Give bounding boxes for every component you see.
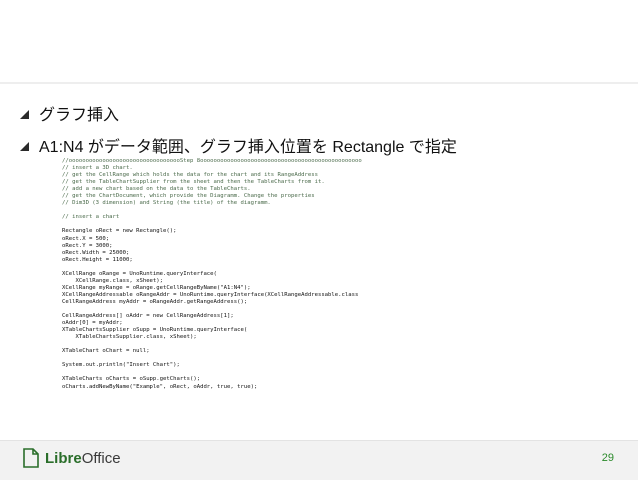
code-listing: //oooooooooooooooooooooooooooooooooStep … — [62, 158, 602, 436]
bullet-list: グラフ挿入 A1:N4 がデータ範囲、グラフ挿入位置を Rectangle で指… — [20, 100, 630, 164]
logo-text-office: Office — [81, 449, 121, 467]
code-line: XTableChartsSupplier.class, xSheet); — [62, 334, 197, 341]
code-line: // add a new chart based on the data to … — [62, 186, 251, 193]
bullet-triangle-icon — [20, 141, 29, 151]
code-line: XCellRangeAddressable oRangeAddr = UnoRu… — [62, 291, 359, 298]
code-line: // get the TableChartSupplier from the s… — [62, 179, 325, 186]
code-line: // get the ChartDocument, which provide … — [62, 193, 315, 200]
code-line: CellRangeAddress myAddr = oRangeAddr.get… — [62, 298, 248, 305]
code-line: // insert a chart — [62, 214, 120, 221]
code-line: XTableCharts oCharts = oSupp.getCharts()… — [62, 376, 201, 383]
header-divider — [0, 82, 638, 84]
bullet-text: A1:N4 がデータ範囲、グラフ挿入位置を Rectangle で指定 — [39, 139, 457, 156]
code-line: oRect.Y = 3000; — [62, 242, 113, 249]
logo-text-libre: Libre — [45, 449, 82, 467]
code-line: oAddr[0] = myAddr; — [62, 320, 123, 327]
code-line: oCharts.addNewByName("Example", oRect, o… — [62, 383, 258, 390]
code-line: // insert a 3D chart. — [62, 165, 133, 172]
libreoffice-logo: LibreOffice — [22, 448, 121, 468]
code-line: CellRangeAddress[] oAddr = new CellRange… — [62, 313, 234, 320]
bullet-triangle-icon — [20, 109, 29, 119]
code-line: oRect.Height = 11000; — [62, 256, 133, 263]
code-line: XCellRange.class, xSheet); — [62, 277, 164, 284]
code-line: oRect.Width = 25000; — [62, 249, 130, 256]
code-line: oRect.X = 500; — [62, 235, 110, 242]
code-line: XCellRange myRange = oRange.getCellRange… — [62, 284, 251, 291]
code-line: XTableChart oChart = null; — [62, 348, 150, 355]
code-line: Rectangle oRect = new Rectangle(); — [62, 228, 177, 235]
bullet-item: グラフ挿入 — [20, 100, 630, 126]
code-line: XCellRange oRange = UnoRuntime.queryInte… — [62, 270, 217, 277]
slide-header-area — [0, 0, 638, 82]
document-logo-icon — [22, 448, 40, 468]
code-line: XTableChartsSupplier oSupp = UnoRuntime.… — [62, 327, 248, 334]
bullet-text: グラフ挿入 — [39, 107, 120, 124]
code-line: //oooooooooooooooooooooooooooooooooStep … — [62, 158, 362, 164]
code-line: // Dim3D (3 dimension) and String (the t… — [62, 200, 271, 207]
bullet-item: A1:N4 がデータ範囲、グラフ挿入位置を Rectangle で指定 — [20, 132, 630, 158]
code-line: System.out.println("Insert Chart"); — [62, 362, 180, 369]
page-number: 29 — [601, 452, 614, 464]
code-line: // get the CellRange which holds the dat… — [62, 172, 318, 179]
